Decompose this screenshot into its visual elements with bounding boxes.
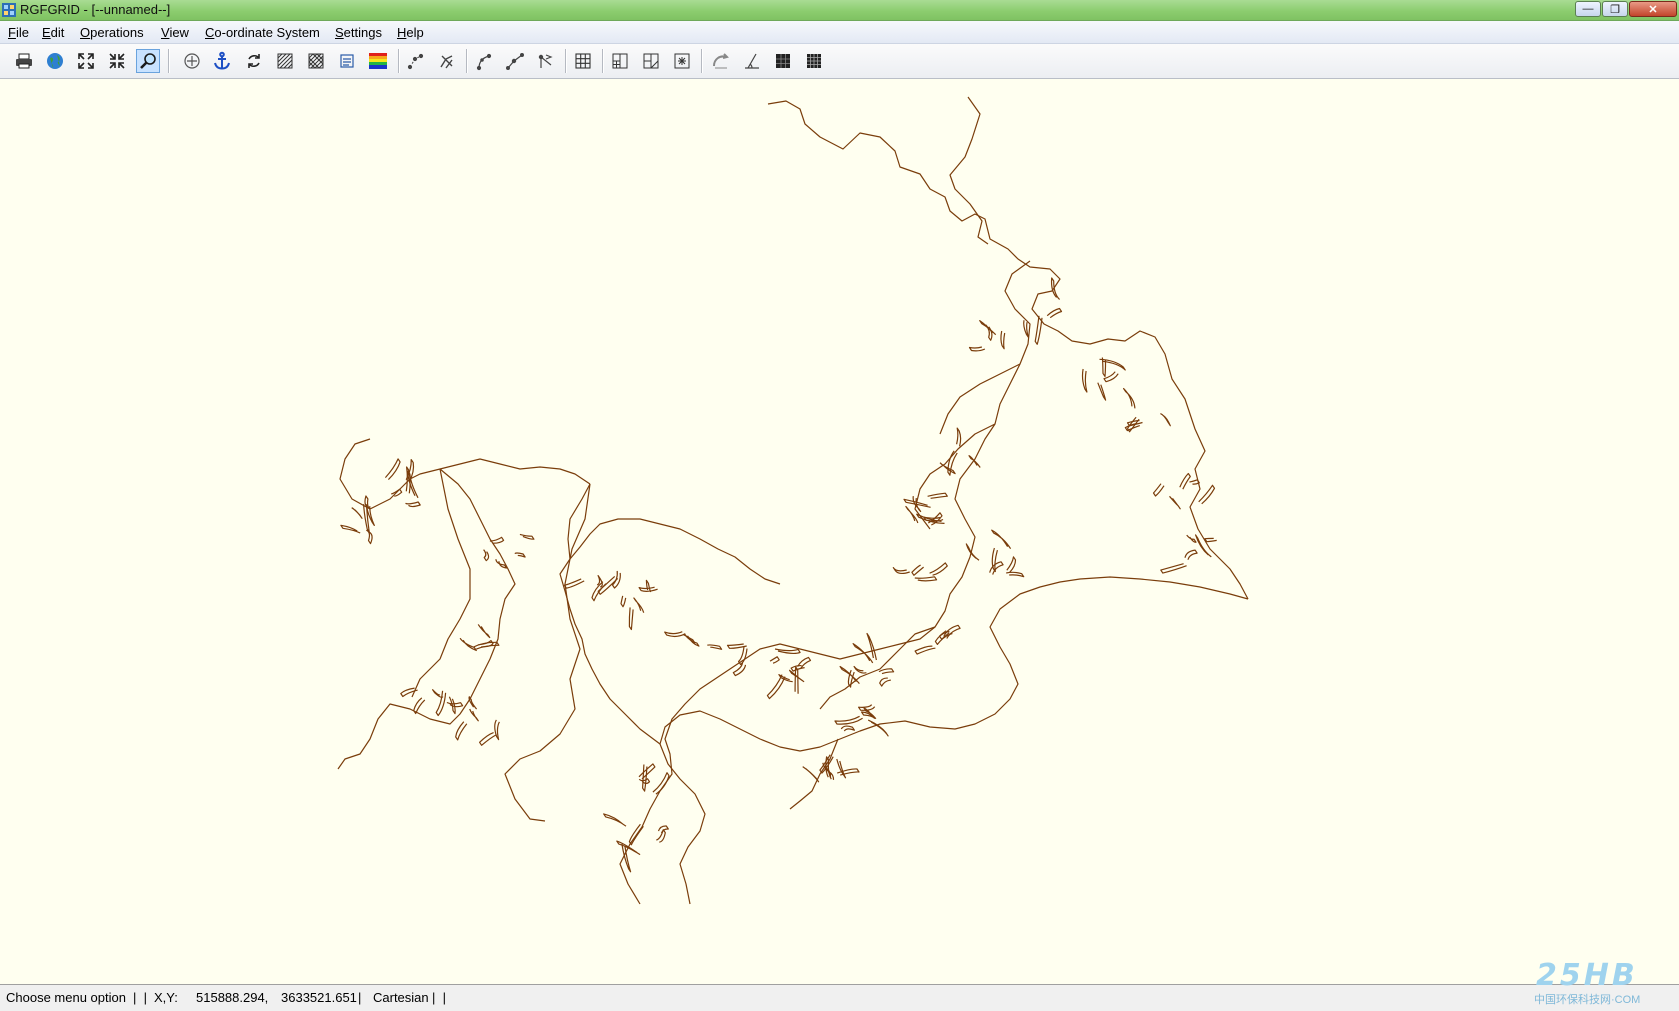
coord-label: X,Y: <box>154 990 178 1005</box>
menu-coordinate-system[interactable]: Co-ordinate System <box>205 25 320 40</box>
menu-settings[interactable]: Settings <box>335 25 382 40</box>
print-button[interactable] <box>12 49 36 73</box>
zoom-fit-icon <box>109 53 125 69</box>
toolbar-separator <box>565 49 567 73</box>
status-divider: | <box>358 990 362 1005</box>
lake-outline <box>337 96 1249 905</box>
menu-help[interactable]: Help <box>397 25 424 40</box>
spline-add-icon <box>476 53 492 71</box>
grid-move-icon <box>674 53 690 69</box>
grid-dense-button[interactable] <box>304 49 328 73</box>
orthogonalize-button[interactable] <box>709 49 733 73</box>
coordinate-system: Cartesian <box>373 990 429 1005</box>
grid-dense-icon <box>308 53 324 69</box>
watermark-text: 中国环保科技网·COM <box>1534 994 1641 1006</box>
toolbar-separator <box>466 49 468 73</box>
status-message: Choose menu option <box>6 990 126 1005</box>
status-divider: | | <box>432 990 446 1005</box>
status-bar: Choose menu option | | X,Y: 515888.294, … <box>0 984 1679 1011</box>
block-grid-button[interactable] <box>802 49 826 73</box>
globe-button[interactable] <box>43 49 67 73</box>
menu-file[interactable]: File <box>8 25 29 40</box>
color-scale-button[interactable] <box>366 49 390 73</box>
globe-icon <box>47 53 63 69</box>
app-icon <box>2 3 16 17</box>
grid-pattern-button[interactable] <box>273 49 297 73</box>
grid-derefine-button[interactable] <box>639 49 663 73</box>
coord-x: 515888.294, <box>196 990 269 1005</box>
delete-polyline-icon <box>440 55 453 69</box>
minimize-button[interactable]: — <box>1575 1 1601 17</box>
polyline-points-icon <box>407 53 424 70</box>
color-scale-icon <box>369 53 387 69</box>
angle-icon <box>745 53 759 69</box>
grid-refine-button[interactable] <box>608 49 632 73</box>
grid-button[interactable] <box>571 49 595 73</box>
angle-button[interactable] <box>740 49 764 73</box>
watermark-logo: 25HB <box>1536 958 1638 993</box>
status-divider: | | <box>133 990 147 1005</box>
spline-move-button[interactable] <box>534 49 558 73</box>
orthogonalize-icon <box>713 53 729 69</box>
refresh-button[interactable] <box>242 49 266 73</box>
window-title: RGFGRID - [--unnamed--] <box>20 2 171 17</box>
menu-bar: File Edit Operations View Co-ordinate Sy… <box>0 21 1679 44</box>
menu-operations[interactable]: Operations <box>80 25 144 40</box>
delete-polyline-button[interactable] <box>435 49 459 73</box>
polyline-points-button[interactable] <box>404 49 428 73</box>
grid-derefine-icon <box>643 53 659 69</box>
zoom-fit-button[interactable] <box>105 49 129 73</box>
grid-refine-icon <box>612 53 628 69</box>
toolbar-separator <box>701 49 703 73</box>
zoom-box-button[interactable] <box>136 49 160 73</box>
block-grid-icon <box>807 54 821 68</box>
toolbar <box>0 44 1679 79</box>
restore-icon: ❐ <box>1610 3 1620 16</box>
list-icon <box>340 54 354 68</box>
restore-button[interactable]: ❐ <box>1602 1 1628 17</box>
center-icon <box>184 53 200 69</box>
menu-edit[interactable]: Edit <box>42 25 64 40</box>
zoom-extent-button[interactable] <box>74 49 98 73</box>
print-icon <box>16 53 32 69</box>
toolbar-separator <box>398 49 400 73</box>
menu-view[interactable]: View <box>161 25 189 40</box>
toolbar-separator <box>168 49 170 73</box>
spline-add-button[interactable] <box>472 49 496 73</box>
anchor-button[interactable] <box>210 49 234 73</box>
zoom-box-icon <box>140 53 156 69</box>
refresh-icon <box>248 54 260 68</box>
toolbar-separator <box>602 49 604 73</box>
map-canvas[interactable] <box>0 79 1679 983</box>
close-icon: ✕ <box>1648 3 1658 16</box>
block-button[interactable] <box>771 49 795 73</box>
spline-move-icon <box>538 54 553 68</box>
list-button[interactable] <box>335 49 359 73</box>
coord-y: 3633521.651 <box>281 990 357 1005</box>
anchor-icon <box>214 51 230 70</box>
spline-insert-icon <box>506 52 525 71</box>
watermark: 25HB 中国环保科技网·COM <box>1530 958 1675 1008</box>
minimize-icon: — <box>1582 3 1594 15</box>
grid-icon <box>575 53 591 69</box>
title-bar: RGFGRID - [--unnamed--] — ❐ ✕ <box>0 0 1679 21</box>
block-icon <box>776 54 790 68</box>
zoom-extent-icon <box>78 53 94 69</box>
spline-insert-button[interactable] <box>503 49 527 73</box>
center-button[interactable] <box>180 49 204 73</box>
grid-move-button[interactable] <box>670 49 694 73</box>
close-button[interactable]: ✕ <box>1629 1 1677 17</box>
grid-pattern-icon <box>277 53 293 69</box>
